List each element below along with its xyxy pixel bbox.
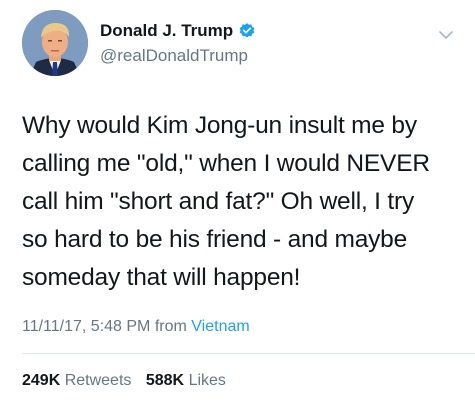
tweet-timestamp[interactable]: 11/11/17, 5:48 PM xyxy=(22,318,150,335)
author-handle[interactable]: @realDonaldTrump xyxy=(100,46,256,66)
tweet-meta: 11/11/17, 5:48 PM from Vietnam xyxy=(22,318,250,336)
retweets-count: 249K xyxy=(22,372,61,389)
verified-badge-icon xyxy=(238,22,256,40)
likes-count: 588K xyxy=(145,372,185,389)
tweet-source-link[interactable]: Vietnam xyxy=(191,318,249,335)
retweets-stat[interactable]: 249K Retweets xyxy=(22,372,131,389)
tweet-text-line: call him "short and fat?" Oh well, I try xyxy=(22,188,415,215)
tweet-text-line: Why would Kim Jong-un insult me by xyxy=(22,112,417,139)
retweets-label: Retweets xyxy=(64,372,132,389)
tweet-text-line: so hard to be his friend - and maybe xyxy=(22,226,408,253)
author-block[interactable]: Donald J. Trump @realDonaldTrump xyxy=(100,20,256,66)
divider xyxy=(22,353,475,354)
avatar[interactable] xyxy=(22,10,88,76)
tweet-stats: 249K Retweets 588K Likes xyxy=(22,372,226,390)
name-row: Donald J. Trump xyxy=(100,20,256,42)
tweet-text: Why would Kim Jong-un insult me by calli… xyxy=(22,107,462,297)
tweet-text-line: calling me "old," when I would NEVER xyxy=(22,150,430,177)
likes-stat[interactable]: 588K Likes xyxy=(146,372,226,389)
tweet-text-line: someday that will happen! xyxy=(22,264,301,291)
tweet-card: Donald J. Trump @realDonaldTrump Why wou… xyxy=(0,0,475,410)
avatar-image xyxy=(22,10,88,76)
chevron-down-icon[interactable] xyxy=(439,30,453,40)
from-label: from xyxy=(154,318,187,335)
author-display-name[interactable]: Donald J. Trump xyxy=(100,21,233,41)
likes-label: Likes xyxy=(188,372,226,389)
